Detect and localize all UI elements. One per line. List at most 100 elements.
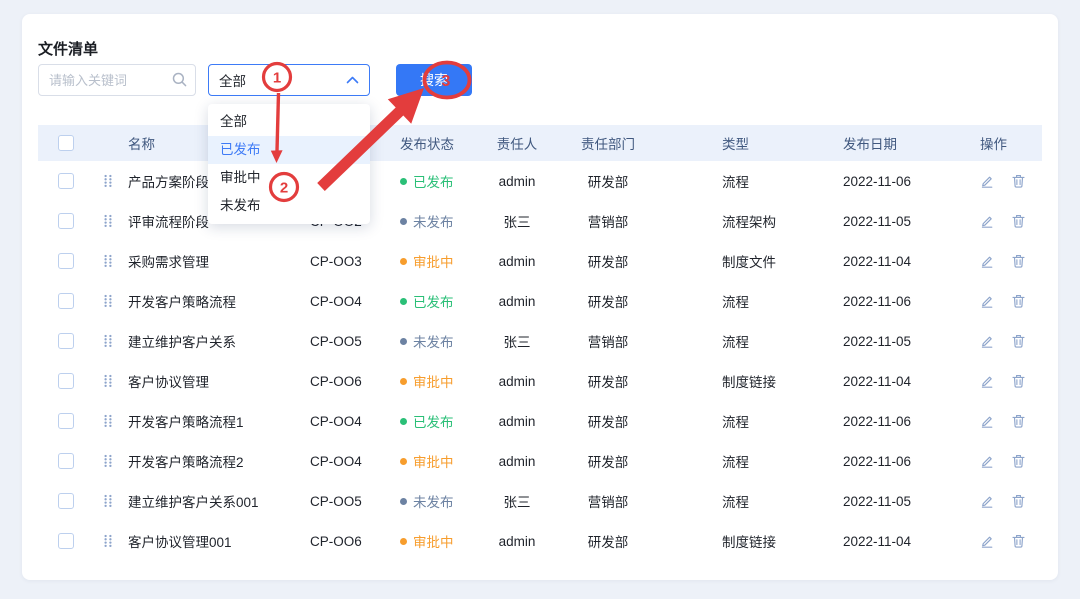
delete-button[interactable] [1012,454,1025,468]
table-row: 开发客户策略流程2 CP-OO4 审批中 admin 研发部 流程 2022-1… [38,441,1042,481]
delete-button[interactable] [1012,294,1025,308]
delete-button[interactable] [1012,414,1025,428]
row-checkbox[interactable] [58,253,74,269]
cell-type: 流程 [660,331,835,351]
table-row: 开发客户策略流程 CP-OO4 已发布 admin 研发部 流程 2022-11… [38,281,1042,321]
cell-type: 流程 [660,491,835,511]
table-row: 采购需求管理 CP-OO3 审批中 admin 研发部 制度文件 2022-11… [38,241,1042,281]
row-checkbox[interactable] [58,413,74,429]
delete-button[interactable] [1012,334,1025,348]
cell-dept: 营销部 [556,491,660,511]
drag-handle-icon[interactable] [103,494,113,508]
toolbar: 全部 搜索 [38,64,1042,96]
trash-icon [1012,374,1025,388]
status-label: 未发布 [413,211,454,231]
delete-button[interactable] [1012,174,1025,188]
edit-button[interactable] [980,454,994,468]
table-row: 客户协议管理 CP-OO6 审批中 admin 研发部 制度链接 2022-11… [38,361,1042,401]
cell-type: 流程 [660,451,835,471]
cell-type: 制度链接 [660,531,835,551]
drag-handle-icon[interactable] [103,414,113,428]
edit-icon [980,174,994,188]
cell-name: 建立维护客户关系001 [120,491,302,511]
row-checkbox[interactable] [58,373,74,389]
cell-date: 2022-11-04 [835,374,962,389]
trash-icon [1012,254,1025,268]
row-checkbox[interactable] [58,453,74,469]
cell-person: admin [478,414,556,429]
status-label: 审批中 [413,371,454,391]
delete-button[interactable] [1012,494,1025,508]
file-list-card: 文件清单 全部 搜索 全部 已发布 审批中 未发布 [22,14,1058,580]
edit-button[interactable] [980,374,994,388]
table-row: 评审流程阶段 CP-OO2 未发布 张三 营销部 流程架构 2022-11-05 [38,201,1042,241]
dropdown-option[interactable]: 已发布 [208,136,370,164]
edit-button[interactable] [980,174,994,188]
trash-icon [1012,294,1025,308]
edit-button[interactable] [980,414,994,428]
cell-date: 2022-11-06 [835,454,962,469]
edit-button[interactable] [980,534,994,548]
drag-handle-icon[interactable] [103,294,113,308]
status-dot [400,378,407,385]
cell-type: 制度链接 [660,371,835,391]
drag-handle-icon[interactable] [103,174,113,188]
row-checkbox[interactable] [58,173,74,189]
edit-icon [980,374,994,388]
trash-icon [1012,414,1025,428]
search-icon [172,72,187,87]
cell-name: 开发客户策略流程2 [120,451,302,471]
edit-button[interactable] [980,494,994,508]
search-button[interactable]: 搜索 [396,64,472,96]
dropdown-option[interactable]: 审批中 [208,164,370,192]
delete-button[interactable] [1012,534,1025,548]
row-checkbox[interactable] [58,533,74,549]
drag-handle-icon[interactable] [103,214,113,228]
cell-date: 2022-11-06 [835,294,962,309]
table-row: 建立维护客户关系 CP-OO5 未发布 张三 营销部 流程 2022-11-05 [38,321,1042,361]
select-all-checkbox[interactable] [58,135,74,151]
drag-handle-icon[interactable] [103,334,113,348]
row-checkbox[interactable] [58,493,74,509]
status-label: 已发布 [413,291,454,311]
trash-icon [1012,534,1025,548]
cell-code: CP-OO4 [302,454,400,469]
edit-icon [980,534,994,548]
edit-button[interactable] [980,214,994,228]
column-header-person: 责任人 [478,133,556,153]
cell-person: admin [478,454,556,469]
edit-icon [980,454,994,468]
status-filter-dropdown: 全部 已发布 审批中 未发布 [208,104,370,224]
drag-handle-icon[interactable] [103,254,113,268]
cell-code: CP-OO5 [302,334,400,349]
edit-button[interactable] [980,334,994,348]
dropdown-option[interactable]: 未发布 [208,192,370,220]
edit-button[interactable] [980,254,994,268]
cell-type: 流程 [660,291,835,311]
edit-icon [980,214,994,228]
cell-type: 流程 [660,411,835,431]
row-checkbox[interactable] [58,213,74,229]
status-dot [400,258,407,265]
row-checkbox[interactable] [58,293,74,309]
cell-date: 2022-11-05 [835,494,962,509]
dropdown-option[interactable]: 全部 [208,108,370,136]
drag-handle-icon[interactable] [103,454,113,468]
delete-button[interactable] [1012,254,1025,268]
status-label: 已发布 [413,411,454,431]
delete-button[interactable] [1012,374,1025,388]
column-header-ops: 操作 [962,133,1042,153]
edit-icon [980,494,994,508]
cell-status: 已发布 [400,291,478,311]
keyword-search-box [38,64,196,96]
cell-type: 流程架构 [660,211,835,231]
status-filter-select[interactable]: 全部 [208,64,370,96]
cell-code: CP-OO5 [302,494,400,509]
edit-button[interactable] [980,294,994,308]
delete-button[interactable] [1012,214,1025,228]
cell-dept: 研发部 [556,251,660,271]
column-header-date: 发布日期 [835,133,962,153]
drag-handle-icon[interactable] [103,374,113,388]
drag-handle-icon[interactable] [103,534,113,548]
row-checkbox[interactable] [58,333,74,349]
